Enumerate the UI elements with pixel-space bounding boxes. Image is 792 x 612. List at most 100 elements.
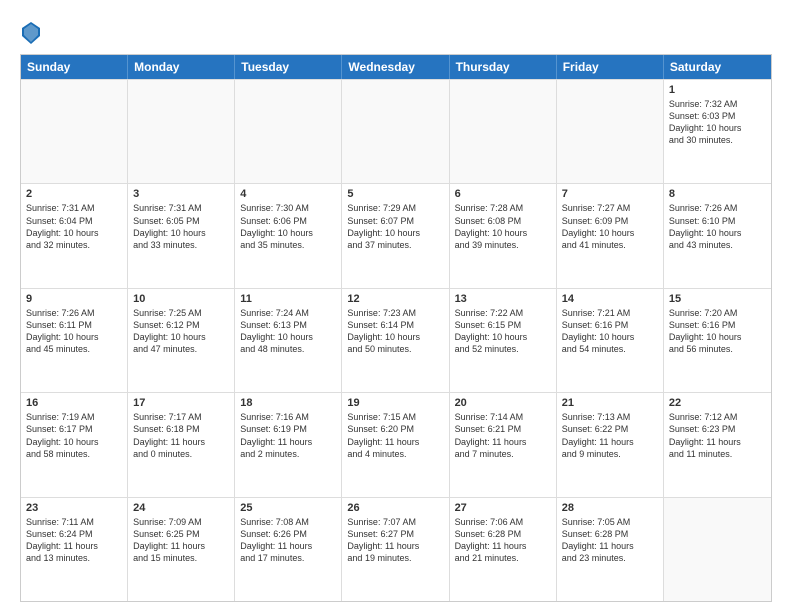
calendar-cell <box>664 498 771 601</box>
calendar-week-row: 2 Sunrise: 7:31 AM Sunset: 6:04 PM Daylig… <box>21 183 771 287</box>
calendar-cell: 14 Sunrise: 7:21 AM Sunset: 6:16 PM Dayli… <box>557 289 664 392</box>
day-number: 4 <box>240 188 336 200</box>
cell-info: Sunrise: 7:12 AM Sunset: 6:23 PM Dayligh… <box>669 411 766 460</box>
calendar-cell: 22 Sunrise: 7:12 AM Sunset: 6:23 PM Dayli… <box>664 393 771 496</box>
cell-info: Sunrise: 7:26 AM Sunset: 6:10 PM Dayligh… <box>669 202 766 251</box>
calendar-week-row: 1Sunrise: 7:32 AM Sunset: 6:03 PM Daylig… <box>21 79 771 183</box>
day-number: 1 <box>669 84 766 96</box>
day-number: 16 <box>26 397 122 409</box>
calendar-header-cell: Saturday <box>664 55 771 79</box>
cell-info: Sunrise: 7:08 AM Sunset: 6:26 PM Dayligh… <box>240 516 336 565</box>
calendar-cell: 28 Sunrise: 7:05 AM Sunset: 6:28 PM Dayli… <box>557 498 664 601</box>
calendar-cell: 17 Sunrise: 7:17 AM Sunset: 6:18 PM Dayli… <box>128 393 235 496</box>
calendar-week-row: 23 Sunrise: 7:11 AM Sunset: 6:24 PM Dayli… <box>21 497 771 601</box>
day-number: 9 <box>26 293 122 305</box>
calendar-cell: 12Sunrise: 7:23 AM Sunset: 6:14 PM Dayli… <box>342 289 449 392</box>
cell-info: Sunrise: 7:24 AM Sunset: 6:13 PM Dayligh… <box>240 307 336 356</box>
day-number: 18 <box>240 397 336 409</box>
calendar-cell <box>557 80 664 183</box>
day-number: 21 <box>562 397 658 409</box>
calendar-cell: 6Sunrise: 7:28 AM Sunset: 6:08 PM Daylig… <box>450 184 557 287</box>
cell-info: Sunrise: 7:20 AM Sunset: 6:16 PM Dayligh… <box>669 307 766 356</box>
calendar-cell: 2 Sunrise: 7:31 AM Sunset: 6:04 PM Daylig… <box>21 184 128 287</box>
calendar: SundayMondayTuesdayWednesdayThursdayFrid… <box>20 54 772 602</box>
day-number: 10 <box>133 293 229 305</box>
cell-info: Sunrise: 7:07 AM Sunset: 6:27 PM Dayligh… <box>347 516 443 565</box>
day-number: 7 <box>562 188 658 200</box>
page: SundayMondayTuesdayWednesdayThursdayFrid… <box>0 0 792 612</box>
calendar-cell: 10 Sunrise: 7:25 AM Sunset: 6:12 PM Dayli… <box>128 289 235 392</box>
cell-info: Sunrise: 7:19 AM Sunset: 6:17 PM Dayligh… <box>26 411 122 460</box>
calendar-cell: 16 Sunrise: 7:19 AM Sunset: 6:17 PM Dayli… <box>21 393 128 496</box>
calendar-header-cell: Thursday <box>450 55 557 79</box>
day-number: 28 <box>562 502 658 514</box>
calendar-cell <box>450 80 557 183</box>
calendar-header-row: SundayMondayTuesdayWednesdayThursdayFrid… <box>21 55 771 79</box>
calendar-cell: 24Sunrise: 7:09 AM Sunset: 6:25 PM Dayli… <box>128 498 235 601</box>
cell-info: Sunrise: 7:21 AM Sunset: 6:16 PM Dayligh… <box>562 307 658 356</box>
calendar-header-cell: Monday <box>128 55 235 79</box>
day-number: 23 <box>26 502 122 514</box>
calendar-cell: 4Sunrise: 7:30 AM Sunset: 6:06 PM Daylig… <box>235 184 342 287</box>
calendar-cell: 20 Sunrise: 7:14 AM Sunset: 6:21 PM Dayli… <box>450 393 557 496</box>
day-number: 27 <box>455 502 551 514</box>
calendar-cell: 8 Sunrise: 7:26 AM Sunset: 6:10 PM Daylig… <box>664 184 771 287</box>
calendar-cell: 21 Sunrise: 7:13 AM Sunset: 6:22 PM Dayli… <box>557 393 664 496</box>
header <box>20 18 772 46</box>
logo <box>20 22 40 46</box>
calendar-header-cell: Sunday <box>21 55 128 79</box>
day-number: 12 <box>347 293 443 305</box>
day-number: 6 <box>455 188 551 200</box>
cell-info: Sunrise: 7:26 AM Sunset: 6:11 PM Dayligh… <box>26 307 122 356</box>
calendar-header-cell: Friday <box>557 55 664 79</box>
calendar-cell: 23 Sunrise: 7:11 AM Sunset: 6:24 PM Dayli… <box>21 498 128 601</box>
day-number: 20 <box>455 397 551 409</box>
calendar-cell <box>21 80 128 183</box>
calendar-cell: 13Sunrise: 7:22 AM Sunset: 6:15 PM Dayli… <box>450 289 557 392</box>
day-number: 3 <box>133 188 229 200</box>
calendar-cell: 1Sunrise: 7:32 AM Sunset: 6:03 PM Daylig… <box>664 80 771 183</box>
calendar-cell: 19 Sunrise: 7:15 AM Sunset: 6:20 PM Dayli… <box>342 393 449 496</box>
day-number: 22 <box>669 397 766 409</box>
cell-info: Sunrise: 7:15 AM Sunset: 6:20 PM Dayligh… <box>347 411 443 460</box>
calendar-cell: 11 Sunrise: 7:24 AM Sunset: 6:13 PM Dayli… <box>235 289 342 392</box>
calendar-cell: 15 Sunrise: 7:20 AM Sunset: 6:16 PM Dayli… <box>664 289 771 392</box>
day-number: 25 <box>240 502 336 514</box>
cell-info: Sunrise: 7:17 AM Sunset: 6:18 PM Dayligh… <box>133 411 229 460</box>
day-number: 11 <box>240 293 336 305</box>
cell-info: Sunrise: 7:14 AM Sunset: 6:21 PM Dayligh… <box>455 411 551 460</box>
day-number: 17 <box>133 397 229 409</box>
day-number: 14 <box>562 293 658 305</box>
calendar-week-row: 9 Sunrise: 7:26 AM Sunset: 6:11 PM Daylig… <box>21 288 771 392</box>
calendar-cell: 26 Sunrise: 7:07 AM Sunset: 6:27 PM Dayli… <box>342 498 449 601</box>
cell-info: Sunrise: 7:31 AM Sunset: 6:04 PM Dayligh… <box>26 202 122 251</box>
calendar-week-row: 16 Sunrise: 7:19 AM Sunset: 6:17 PM Dayli… <box>21 392 771 496</box>
cell-info: Sunrise: 7:25 AM Sunset: 6:12 PM Dayligh… <box>133 307 229 356</box>
calendar-cell: 7 Sunrise: 7:27 AM Sunset: 6:09 PM Daylig… <box>557 184 664 287</box>
day-number: 2 <box>26 188 122 200</box>
day-number: 26 <box>347 502 443 514</box>
logo-icon <box>22 22 40 44</box>
day-number: 15 <box>669 293 766 305</box>
cell-info: Sunrise: 7:09 AM Sunset: 6:25 PM Dayligh… <box>133 516 229 565</box>
day-number: 13 <box>455 293 551 305</box>
cell-info: Sunrise: 7:06 AM Sunset: 6:28 PM Dayligh… <box>455 516 551 565</box>
cell-info: Sunrise: 7:13 AM Sunset: 6:22 PM Dayligh… <box>562 411 658 460</box>
cell-info: Sunrise: 7:27 AM Sunset: 6:09 PM Dayligh… <box>562 202 658 251</box>
cell-info: Sunrise: 7:31 AM Sunset: 6:05 PM Dayligh… <box>133 202 229 251</box>
calendar-cell: 3 Sunrise: 7:31 AM Sunset: 6:05 PM Daylig… <box>128 184 235 287</box>
cell-info: Sunrise: 7:05 AM Sunset: 6:28 PM Dayligh… <box>562 516 658 565</box>
calendar-cell: 18 Sunrise: 7:16 AM Sunset: 6:19 PM Dayli… <box>235 393 342 496</box>
calendar-header-cell: Wednesday <box>342 55 449 79</box>
calendar-header-cell: Tuesday <box>235 55 342 79</box>
cell-info: Sunrise: 7:16 AM Sunset: 6:19 PM Dayligh… <box>240 411 336 460</box>
day-number: 8 <box>669 188 766 200</box>
calendar-cell: 9 Sunrise: 7:26 AM Sunset: 6:11 PM Daylig… <box>21 289 128 392</box>
cell-info: Sunrise: 7:11 AM Sunset: 6:24 PM Dayligh… <box>26 516 122 565</box>
cell-info: Sunrise: 7:29 AM Sunset: 6:07 PM Dayligh… <box>347 202 443 251</box>
calendar-cell: 25 Sunrise: 7:08 AM Sunset: 6:26 PM Dayli… <box>235 498 342 601</box>
calendar-body: 1Sunrise: 7:32 AM Sunset: 6:03 PM Daylig… <box>21 79 771 601</box>
calendar-cell <box>342 80 449 183</box>
calendar-cell: 27 Sunrise: 7:06 AM Sunset: 6:28 PM Dayli… <box>450 498 557 601</box>
day-number: 19 <box>347 397 443 409</box>
